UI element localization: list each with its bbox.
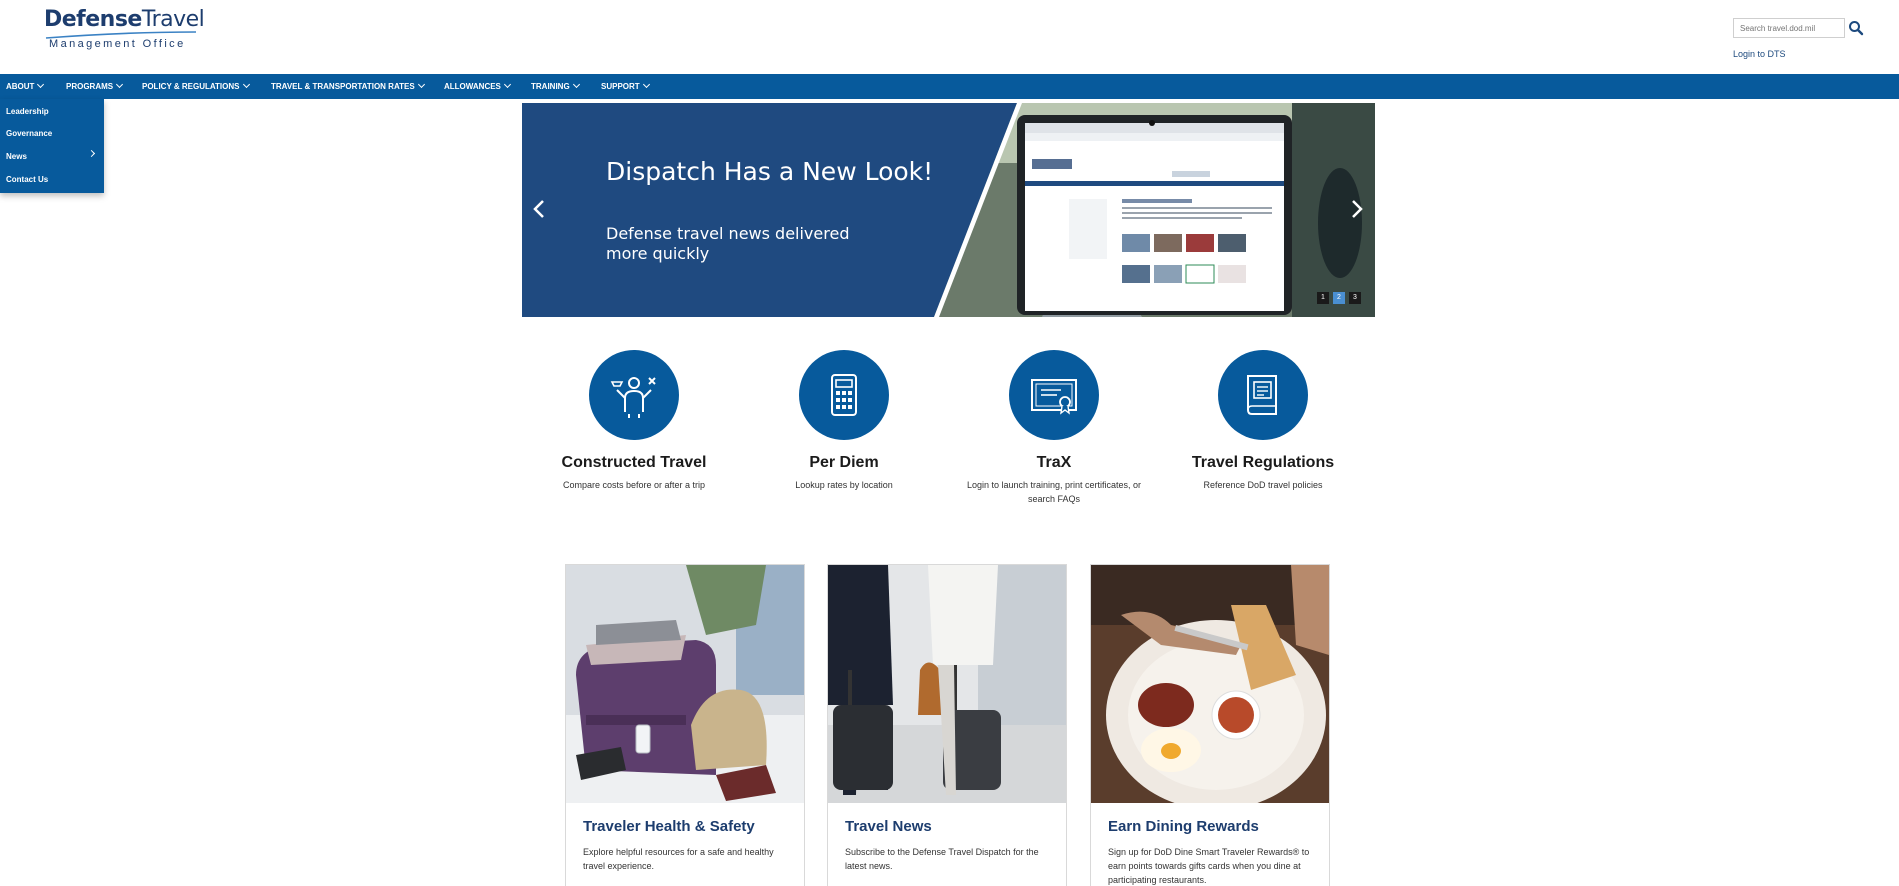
quick-link-title: Constructed Travel (561, 454, 707, 471)
packing-suitcase-image (566, 565, 804, 803)
book-icon (1247, 375, 1277, 415)
hero-carousel[interactable]: Dispatch Has a New Look! Defense travel … (522, 103, 1375, 317)
chevron-down-icon (572, 80, 580, 89)
chevron-down-icon (503, 80, 511, 89)
card-desc: Subscribe to the Defense Travel Dispatch… (845, 847, 1039, 871)
nav-item-policy-regulations[interactable]: POLICY & REGULATIONS (142, 74, 250, 99)
nav-item-travel-transportation-rates[interactable]: TRAVEL & TRANSPORTATION RATES (271, 74, 425, 99)
chevron-down-icon (116, 80, 124, 89)
quick-link-title: Travel Regulations (1191, 454, 1335, 471)
nav-item-allowances[interactable]: ALLOWANCES (444, 74, 511, 99)
slide-title: Dispatch Has a New Look! (606, 157, 934, 186)
chevron-down-icon (642, 80, 650, 89)
card-title: Earn Dining Rewards (1108, 818, 1259, 835)
dtmo-logo[interactable]: DefenseTravel Management Office (44, 7, 205, 53)
nav-label: TRAINING (531, 82, 570, 91)
quick-link-desc: Login to launch training, print certific… (966, 480, 1142, 504)
dropdown-item-governance[interactable]: Governance (6, 129, 52, 138)
slide-laptop-image (522, 103, 1375, 317)
nav-label: ALLOWANCES (444, 82, 501, 91)
nav-label: ABOUT (6, 82, 35, 91)
calculator-icon (831, 374, 857, 416)
logo-wordmark: DefenseTravel (44, 7, 205, 32)
constructed-travel-button[interactable] (589, 350, 679, 440)
quick-link-constructed-travel[interactable]: Constructed Travel Compare costs before … (555, 350, 713, 492)
nav-item-about[interactable]: ABOUT (6, 74, 45, 99)
card-title: Travel News (845, 818, 932, 835)
quick-link-per-diem[interactable]: Per Diem Lookup rates by location (765, 350, 923, 492)
main-nav: ABOUT PROGRAMS POLICY & REGULATIONS TRAV… (0, 74, 1899, 99)
chevron-down-icon (37, 80, 45, 89)
certificate-icon (1031, 379, 1077, 415)
travelers-luggage-image (828, 565, 1066, 803)
quick-link-title: TraX (1036, 454, 1072, 471)
carousel-dot-2[interactable]: 2 (1333, 292, 1345, 304)
trax-button[interactable] (1009, 350, 1099, 440)
card-desc: Explore helpful resources for a safe and… (583, 847, 774, 871)
nav-item-programs[interactable]: PROGRAMS (66, 74, 124, 99)
dropdown-item-contact-us[interactable]: Contact Us (6, 175, 48, 184)
quick-link-desc: Compare costs before or after a trip (562, 480, 706, 490)
breakfast-plate-image (1091, 565, 1329, 810)
chevron-down-icon (242, 80, 250, 89)
dropdown-item-news[interactable]: News (6, 152, 27, 161)
traveler-icon (610, 377, 656, 418)
carousel-dot-3[interactable]: 3 (1349, 292, 1361, 304)
nav-label: TRAVEL & TRANSPORTATION RATES (271, 82, 415, 91)
card-traveler-health-safety[interactable]: Traveler Health & Safety Explore helpful… (565, 564, 805, 886)
nav-label: PROGRAMS (66, 82, 114, 91)
logo-subtitle: Management Office (49, 38, 186, 50)
card-title: Traveler Health & Safety (583, 818, 755, 835)
quick-link-trax[interactable]: TraX Login to launch training, print cer… (960, 350, 1148, 506)
quick-link-desc: Lookup rates by location (795, 480, 893, 490)
card-travel-news[interactable]: Travel News Subscribe to the Defense Tra… (827, 564, 1067, 886)
carousel-next-icon[interactable] (1350, 199, 1364, 219)
nav-item-support[interactable]: SUPPORT (601, 74, 650, 99)
search-input[interactable] (1733, 18, 1845, 38)
carousel-dot-1[interactable]: 1 (1317, 292, 1329, 304)
login-dts-link[interactable]: Login to DTS (1733, 49, 1786, 59)
card-earn-dining-rewards[interactable]: Earn Dining Rewards Sign up for DoD Dine… (1090, 564, 1330, 886)
nav-label: SUPPORT (601, 82, 640, 91)
quick-link-title: Per Diem (809, 454, 879, 471)
search-icon[interactable] (1848, 19, 1864, 37)
quick-link-desc: Reference DoD travel policies (1203, 480, 1323, 490)
travel-regulations-button[interactable] (1218, 350, 1308, 440)
dropdown-item-leadership[interactable]: Leadership (6, 107, 49, 116)
card-desc: Sign up for DoD Dine Smart Traveler Rewa… (1108, 847, 1310, 885)
per-diem-button[interactable] (799, 350, 889, 440)
nav-item-training[interactable]: TRAINING (531, 74, 580, 99)
quick-link-travel-regulations[interactable]: Travel Regulations Reference DoD travel … (1184, 350, 1342, 492)
slide-subtitle: Defense travel news delivered more quick… (606, 224, 850, 263)
carousel-prev-icon[interactable] (532, 199, 546, 219)
nav-label: POLICY & REGULATIONS (142, 82, 240, 91)
chevron-down-icon (417, 80, 425, 89)
